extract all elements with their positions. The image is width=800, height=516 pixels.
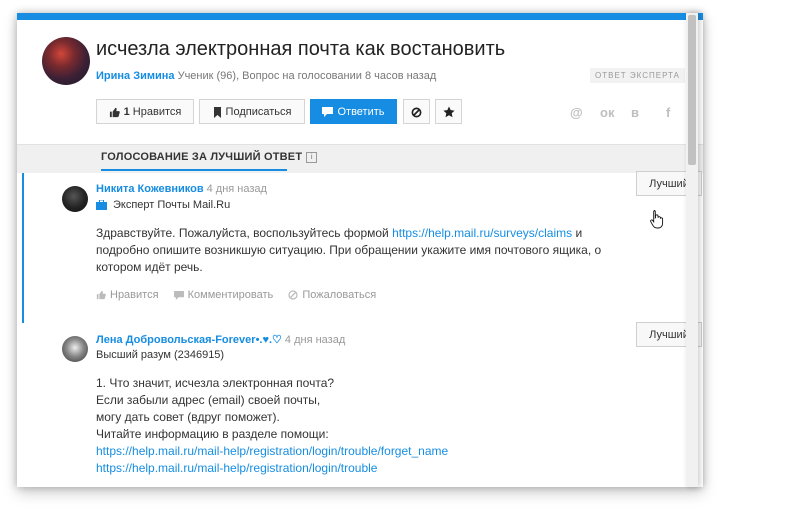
share-ok-icon[interactable]: ок — [600, 105, 614, 120]
answer-comment-action[interactable]: Комментировать — [173, 289, 274, 301]
answer-rank-text: Эксперт Почты Mail.Ru — [113, 199, 231, 211]
like-label: Нравится — [129, 106, 182, 118]
trouble-link[interactable]: https://help.mail.ru/mail-help/registrat… — [96, 461, 377, 475]
answer-body: 1. Что значит, исчезла электронная почта… — [96, 375, 616, 477]
hand-cursor-icon — [650, 210, 664, 229]
question-card: исчезла электронная почта как востановит… — [17, 13, 703, 487]
answer-body-line: Читайте информацию в разделе помощи: — [96, 427, 329, 441]
star-icon — [442, 106, 455, 118]
answer-author-rank: Высший разум (2346915) — [96, 349, 225, 361]
answer-author-avatar[interactable] — [62, 186, 88, 212]
answer-author-name[interactable]: Никита Кожевников 4 дня назад — [96, 183, 267, 195]
answer-author-name-text[interactable]: Никита Кожевников — [96, 183, 204, 195]
answer-report-label: Пожаловаться — [302, 289, 377, 301]
answer-button[interactable]: Ответить — [310, 99, 397, 124]
vote-section-title-text: ГОЛОСОВАНИЕ ЗА ЛУЧШИЙ ОТВЕТ — [101, 151, 303, 163]
answer-like-label: Нравится — [110, 289, 159, 301]
star-button[interactable] — [435, 99, 462, 124]
answer-actions: Нравится Комментировать Пожаловаться — [96, 289, 388, 301]
subscribe-label: Подписаться — [225, 106, 292, 118]
thumbs-up-icon — [96, 290, 106, 300]
thumbs-up-icon — [109, 107, 120, 117]
claims-link[interactable]: https://help.mail.ru/surveys/claims — [392, 226, 572, 240]
answer-comment-label: Комментировать — [187, 289, 274, 301]
share-mail-icon[interactable]: @ — [570, 105, 583, 120]
question-meta-text: Ученик (96), Вопрос на голосовании 8 час… — [174, 70, 437, 82]
forget-name-link[interactable]: https://help.mail.ru/mail-help/registrat… — [96, 444, 448, 458]
info-icon[interactable]: i — [306, 151, 318, 163]
like-button[interactable]: 1 Нравится — [96, 99, 194, 124]
report-icon — [288, 290, 298, 300]
selected-answer-indicator — [22, 173, 24, 323]
comment-icon — [322, 107, 334, 118]
block-button[interactable] — [403, 99, 430, 124]
answer-body: Здравствуйте. Пожалуйста, воспользуйтесь… — [96, 225, 616, 276]
answer-body-text: Здравствуйте. Пожалуйста, воспользуйтесь… — [96, 226, 393, 240]
expert-answer-badge: ОТВЕТ ЭКСПЕРТА — [590, 68, 686, 83]
answer-like-action[interactable]: Нравится — [96, 289, 159, 301]
briefcase-icon — [96, 199, 107, 211]
answer-body-line: 1. Что значит, исчезла электронная почта… — [96, 376, 335, 390]
vote-tab-underline — [101, 169, 287, 171]
scrollbar-thumb[interactable] — [688, 15, 696, 165]
answer-author-name[interactable]: Лена Добровольская-Forever•.♥.♡ 4 дня наз… — [96, 333, 345, 346]
share-vk-icon[interactable]: в — [631, 105, 639, 120]
answer-report-action[interactable]: Пожаловаться — [288, 289, 376, 301]
comment-icon — [173, 290, 184, 300]
question-author-link[interactable]: Ирина Зимина — [96, 70, 175, 82]
question-title: исчезла электронная почта как востановит… — [96, 38, 506, 60]
question-author-avatar[interactable] — [42, 37, 90, 85]
block-icon — [411, 107, 422, 118]
subscribe-button[interactable]: Подписаться — [199, 99, 305, 124]
answer-author-rank: Эксперт Почты Mail.Ru — [96, 199, 230, 211]
bookmark-icon — [213, 106, 221, 118]
answer-label: Ответить — [337, 106, 385, 118]
vertical-scrollbar[interactable] — [686, 13, 698, 487]
answer-author-name-text[interactable]: Лена Добровольская-Forever•.♥.♡ — [96, 334, 282, 346]
answer-author-avatar[interactable] — [62, 336, 88, 362]
share-facebook-icon[interactable]: f — [666, 105, 670, 120]
top-accent-bar — [17, 13, 703, 20]
vote-section-title: ГОЛОСОВАНИЕ ЗА ЛУЧШИЙ ОТВЕТ i — [101, 151, 318, 163]
answer-body-line: могу дать совет (вдруг поможет). — [96, 410, 280, 424]
answer-time: 4 дня назад — [206, 183, 267, 195]
answer-body-line: Если забыли адрес (email) своей почты, — [96, 393, 321, 407]
question-meta: Ирина Зимина Ученик (96), Вопрос на голо… — [96, 70, 436, 82]
answer-time: 4 дня назад — [284, 334, 346, 346]
